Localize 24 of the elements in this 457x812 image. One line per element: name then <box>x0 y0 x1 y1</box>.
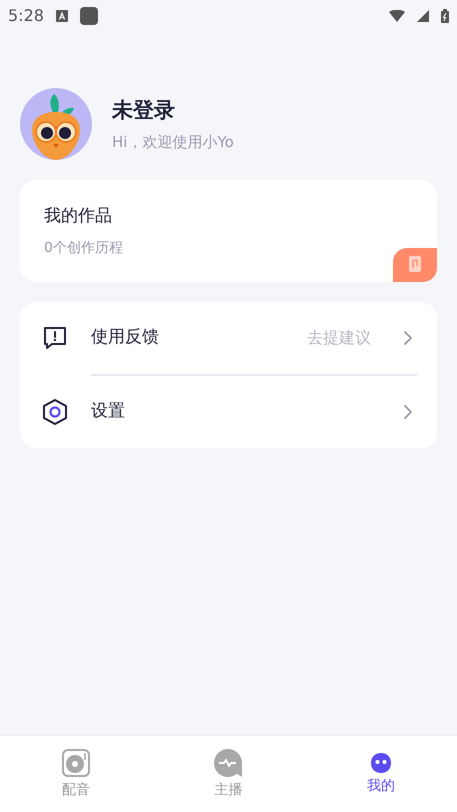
menu-item[interactable]: 设置 <box>20 376 437 448</box>
menu-item[interactable]: 使用反馈 去提建议 <box>20 302 437 374</box>
keyboard-notification-icon <box>56 10 68 22</box>
greeting-text: Hi，欢迎使用小Yo <box>112 132 234 152</box>
wifi-icon <box>389 10 405 22</box>
works-subtitle: 0个创作历程 <box>44 238 124 258</box>
settings-icon <box>41 398 69 426</box>
works-title: 我的作品 <box>44 205 113 228</box>
music-file-icon <box>393 248 437 282</box>
signal-icon <box>417 10 429 22</box>
mascot-face-icon <box>370 752 392 774</box>
record-player-icon <box>61 748 92 778</box>
chevron-right-icon <box>403 330 413 346</box>
battery-icon <box>441 9 449 23</box>
app-notification-icon <box>80 7 98 25</box>
chevron-right-icon <box>403 404 413 420</box>
user-name: 未登录 <box>112 97 176 124</box>
menu-hint: 去提建议 <box>307 327 371 349</box>
avatar <box>20 88 92 160</box>
nav-tab[interactable]: 我的 <box>304 736 457 812</box>
status-time: 5:28 <box>8 5 44 27</box>
chat-wave-icon <box>213 748 244 778</box>
message-alert-icon <box>41 324 69 352</box>
works-card[interactable]: 我的作品 0个创作历程 <box>20 180 437 282</box>
